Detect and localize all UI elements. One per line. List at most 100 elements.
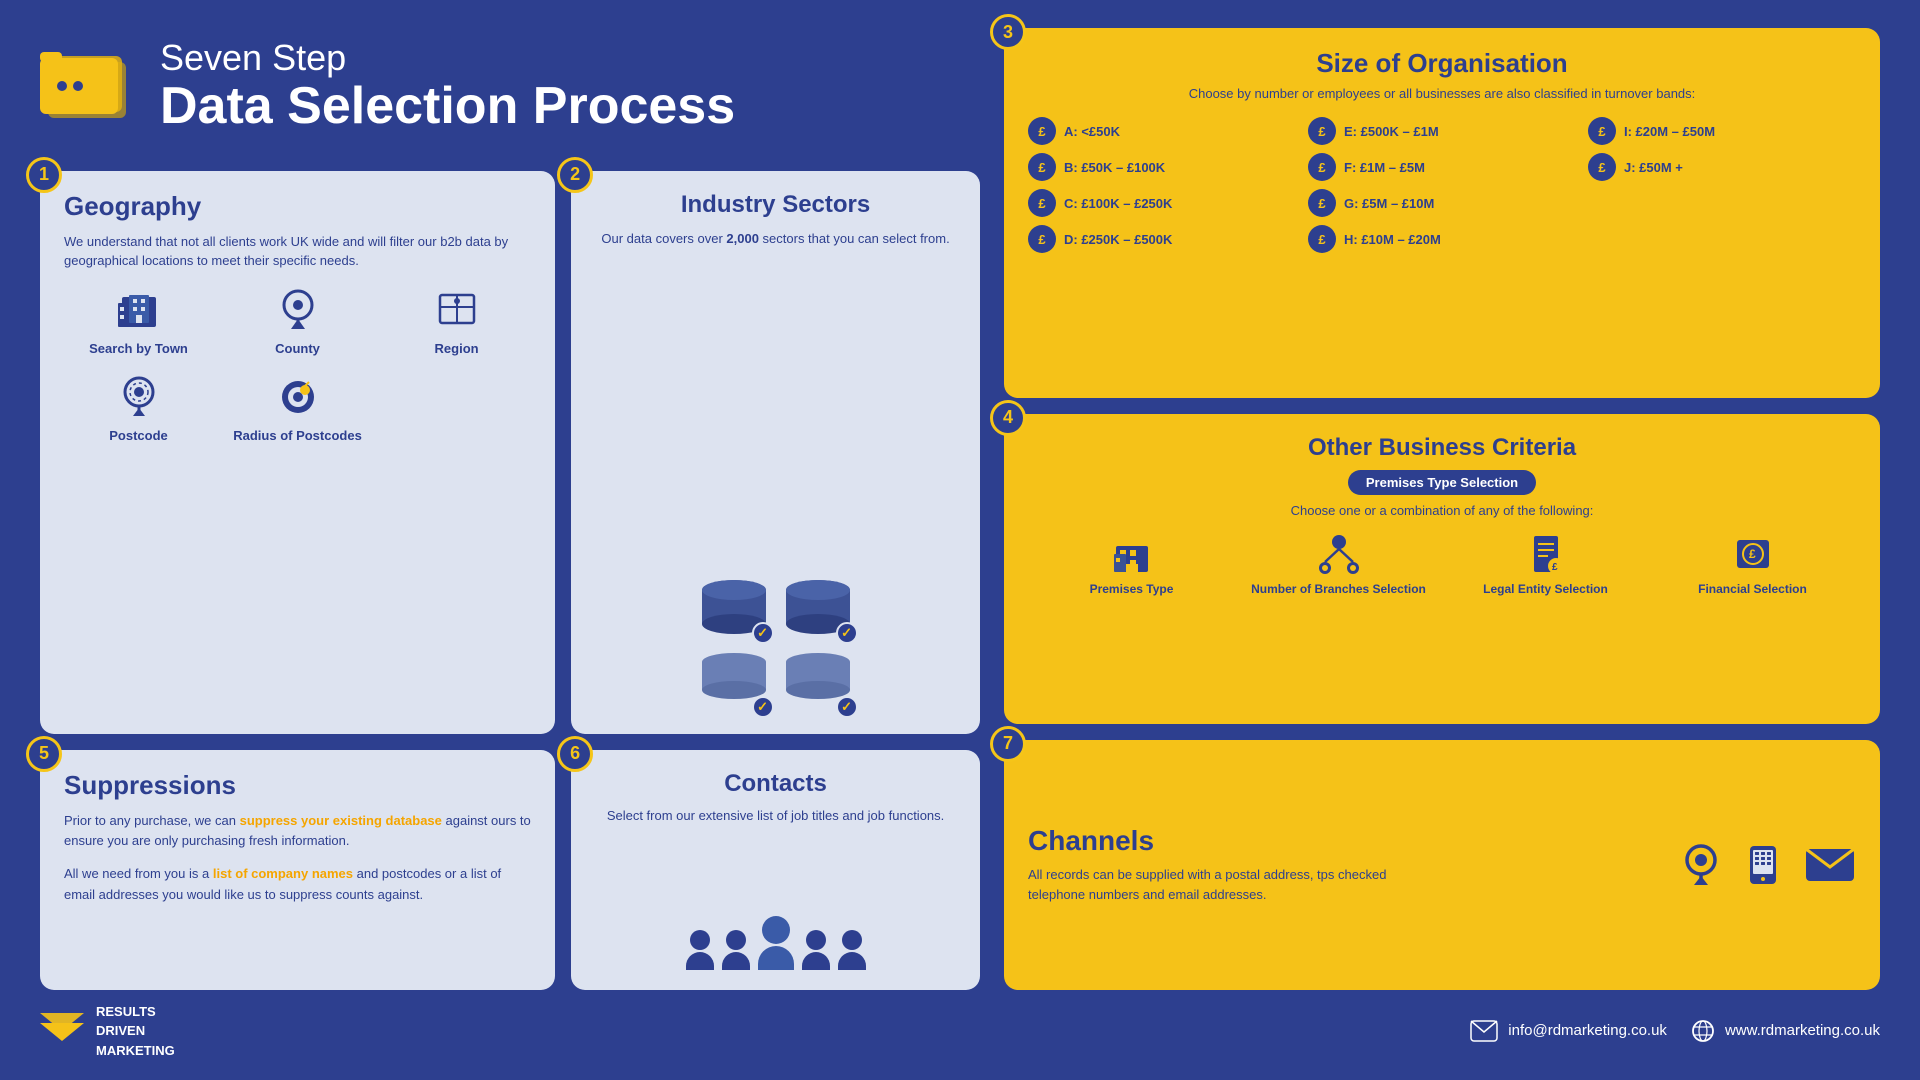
geo-item-region: Region xyxy=(382,287,531,358)
step2-description: Our data covers over 2,000 sectors that … xyxy=(601,229,949,249)
db3-check: ✓ xyxy=(752,696,774,718)
person4-body xyxy=(802,952,830,970)
db3: ✓ xyxy=(698,652,770,714)
premises-badge: Premises Type Selection xyxy=(1348,470,1536,495)
step5-desc1: Prior to any purchase, we can suppress y… xyxy=(64,811,531,853)
criteria-legal-label: Legal Entity Selection xyxy=(1483,582,1608,598)
email-channel-icon xyxy=(1804,845,1856,885)
geo-label-radius: Radius of Postcodes xyxy=(233,428,362,445)
band-j-label: J: £50M + xyxy=(1624,160,1683,175)
criteria-legal: £ Legal Entity Selection xyxy=(1442,532,1649,598)
band-i-label: I: £20M – £50M xyxy=(1624,124,1715,139)
step4-badge: 4 xyxy=(990,400,1026,436)
geo-label-postcode: Postcode xyxy=(109,428,168,445)
logo-text: RESULTS DRIVEN MARKETING xyxy=(96,1002,175,1061)
geo-item-postcode: Postcode xyxy=(64,374,213,445)
geo-item-county: County xyxy=(223,287,372,358)
email-address: info@rdmarketing.co.uk xyxy=(1508,1022,1667,1039)
person4 xyxy=(802,930,830,970)
header: Seven Step Data Selection Process xyxy=(40,28,980,155)
branches-icon xyxy=(1317,532,1361,576)
step6-badge: 6 xyxy=(557,736,593,772)
band-i: £ I: £20M – £50M xyxy=(1588,117,1856,145)
person2-head xyxy=(726,930,746,950)
rdm-logo-icon xyxy=(40,1013,84,1049)
band-e-icon: £ xyxy=(1308,117,1336,145)
person2-body xyxy=(722,952,750,970)
step3-title: Size of Organisation xyxy=(1028,48,1856,79)
geography-grid: Search by Town County xyxy=(64,287,531,445)
logo-area: RESULTS DRIVEN MARKETING xyxy=(40,1002,175,1061)
band-f: £ F: £1M – £5M xyxy=(1308,153,1576,181)
band-e: £ E: £500K – £1M xyxy=(1308,117,1576,145)
criteria-financial-label: Financial Selection xyxy=(1698,582,1807,598)
person3-featured xyxy=(758,916,794,970)
band-d: £ D: £250K – £500K xyxy=(1028,225,1296,253)
step6-title: Contacts xyxy=(724,770,827,798)
band-c: £ C: £100K – £250K xyxy=(1028,189,1296,217)
db2: ✓ xyxy=(782,578,854,640)
step5-highlight2: list of company names xyxy=(213,866,353,881)
step5-title: Suppressions xyxy=(64,770,531,801)
turnover-grid: £ A: <£50K £ E: £500K – £1M £ I: £20M – … xyxy=(1028,117,1856,253)
premises-icon xyxy=(1110,532,1154,576)
band-a: £ A: <£50K xyxy=(1028,117,1296,145)
person1 xyxy=(686,930,714,970)
person3-body xyxy=(758,946,794,970)
band-f-label: F: £1M – £5M xyxy=(1344,160,1425,175)
header-line1: Seven Step xyxy=(160,38,735,78)
band-b: £ B: £50K – £100K xyxy=(1028,153,1296,181)
postal-icon xyxy=(1680,842,1722,888)
geo-label-town: Search by Town xyxy=(89,341,188,358)
band-empty xyxy=(1588,189,1856,217)
website-contact: www.rdmarketing.co.uk xyxy=(1691,1019,1880,1043)
region-icon xyxy=(432,287,482,333)
step6-card: 6 Contacts Select from our extensive lis… xyxy=(571,750,980,990)
criteria-items: Premises Type Number of xyxy=(1028,532,1856,598)
band-g: £ G: £5M – £10M xyxy=(1308,189,1576,217)
criteria-financial: £ Financial Selection xyxy=(1649,532,1856,598)
svg-text:£: £ xyxy=(1552,562,1558,573)
db-grid: ✓ ✓ xyxy=(698,578,854,714)
step5-card: 5 Suppressions Prior to any purchase, we… xyxy=(40,750,555,990)
criteria-branches-label: Number of Branches Selection xyxy=(1251,582,1426,598)
website-icon xyxy=(1691,1019,1715,1043)
criteria-premises-label: Premises Type xyxy=(1090,582,1174,596)
step2-badge: 2 xyxy=(557,157,593,193)
step1-title: Geography xyxy=(64,191,531,222)
band-g-icon: £ xyxy=(1308,189,1336,217)
band-g-label: G: £5M – £10M xyxy=(1344,196,1434,211)
people-icons xyxy=(686,916,866,970)
page: Seven Step Data Selection Process 1 Geog… xyxy=(0,0,1920,1080)
step3-badge: 3 xyxy=(990,14,1026,50)
logo-line3: MARKETING xyxy=(96,1041,175,1061)
step4-badge-wrapper: Premises Type Selection xyxy=(1028,470,1856,495)
step7-badge: 7 xyxy=(990,726,1026,762)
step3-card: 3 Size of Organisation Choose by number … xyxy=(1004,28,1880,398)
band-e-label: E: £500K – £1M xyxy=(1344,124,1439,139)
band-h-icon: £ xyxy=(1308,225,1336,253)
folder-icon xyxy=(40,44,140,129)
db4: ✓ xyxy=(782,652,854,714)
svg-text:£: £ xyxy=(1749,547,1756,561)
db2-check: ✓ xyxy=(836,622,858,644)
geo-item-town: Search by Town xyxy=(64,287,213,358)
step6-description: Select from our extensive list of job ti… xyxy=(607,806,944,826)
logo-line2: DRIVEN xyxy=(96,1021,175,1041)
band-j: £ J: £50M + xyxy=(1588,153,1856,181)
band-a-icon: £ xyxy=(1028,117,1056,145)
person4-head xyxy=(806,930,826,950)
person3-head xyxy=(762,916,790,944)
email-contact: info@rdmarketing.co.uk xyxy=(1470,1020,1667,1042)
step4-subtitle: Choose one or a combination of any of th… xyxy=(1028,503,1856,518)
step7-description: All records can be supplied with a posta… xyxy=(1028,865,1408,904)
person5-head xyxy=(842,930,862,950)
person1-body xyxy=(686,952,714,970)
logo-line1: RESULTS xyxy=(96,1002,175,1022)
email-footer-icon xyxy=(1470,1020,1498,1042)
band-h-label: H: £10M – £20M xyxy=(1344,232,1441,247)
step5-badge: 5 xyxy=(26,736,62,772)
person1-head xyxy=(690,930,710,950)
band-d-label: D: £250K – £500K xyxy=(1064,232,1172,247)
person2 xyxy=(722,930,750,970)
